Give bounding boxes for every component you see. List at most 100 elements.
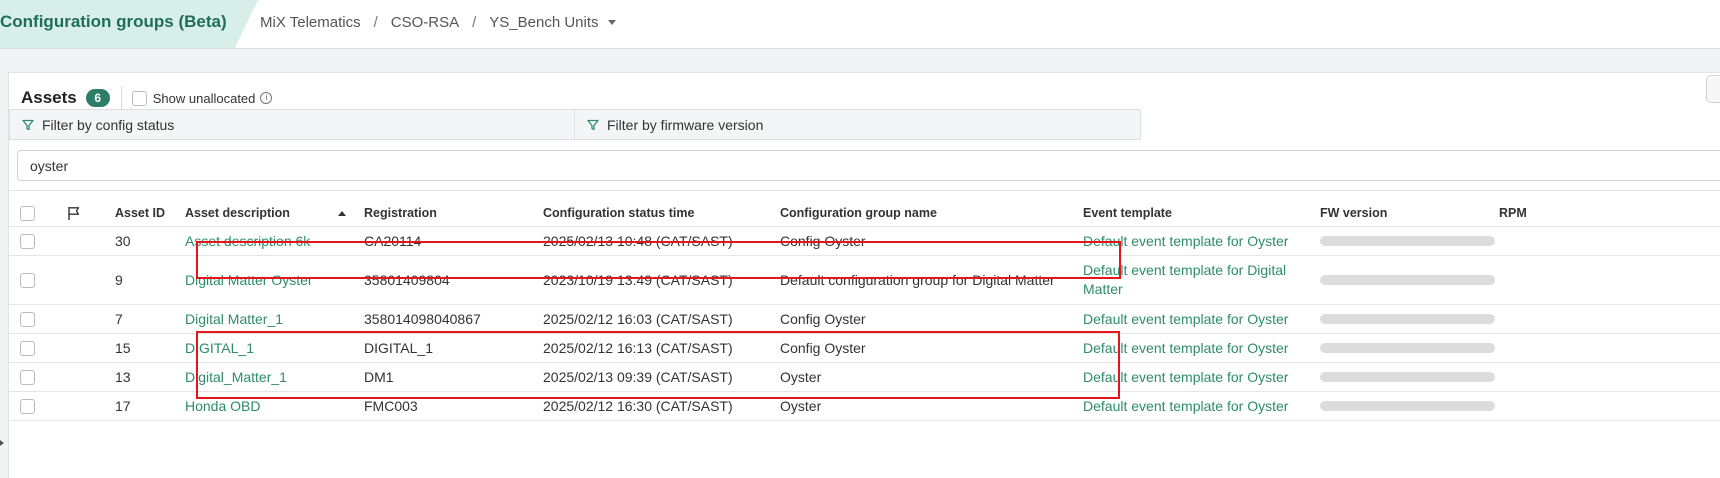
row-select-cell <box>20 363 35 391</box>
assets-count-badge: 6 <box>85 89 110 107</box>
config-group-name: Config Oyster <box>780 340 866 356</box>
row-checkbox[interactable] <box>20 340 35 356</box>
registration: FMC003 <box>364 398 418 414</box>
event-template-link[interactable]: Default event template for Digital Matte… <box>1083 256 1305 304</box>
row-checkbox[interactable] <box>20 272 35 288</box>
column-header-asset-description[interactable]: Asset description <box>185 191 346 226</box>
asset-id: 13 <box>115 369 131 385</box>
event-template-link[interactable]: Default event template for Oyster <box>1083 334 1305 362</box>
row-select-cell <box>20 305 35 333</box>
event-template-link[interactable]: Default event template for Oyster <box>1083 227 1305 255</box>
config-status-time: 2025/02/12 16:13 (CAT/SAST) <box>543 340 733 356</box>
search-input[interactable]: oyster <box>17 150 1720 181</box>
filter-config-status[interactable]: Filter by config status <box>9 109 575 140</box>
row-checkbox[interactable] <box>20 233 35 249</box>
config-status-time: 2025/02/12 16:03 (CAT/SAST) <box>543 311 733 327</box>
table-row[interactable]: 13 Digital_Matter_1 DM1 2025/02/13 09:39… <box>9 363 1720 392</box>
select-all-cell <box>20 191 35 226</box>
table-row[interactable]: 30 Asset description 6k CA20114 2025/02/… <box>9 227 1720 256</box>
flag-column-header[interactable] <box>67 191 81 226</box>
filter-config-status-label: Filter by config status <box>42 116 175 133</box>
asset-description-link[interactable]: Digital Matter Oyster <box>185 256 313 304</box>
registration: DIGITAL_1 <box>364 340 433 356</box>
breadcrumb-separator: / <box>373 14 378 31</box>
column-header-registration[interactable]: Registration <box>364 191 437 226</box>
filter-firmware-version[interactable]: Filter by firmware version <box>575 109 1141 140</box>
column-header-config-status-time[interactable]: Configuration status time <box>543 191 694 226</box>
config-status-time: 2023/10/19 13:49 (CAT/SAST) <box>543 272 733 288</box>
show-unallocated-checkbox[interactable] <box>131 90 147 106</box>
fw-version-placeholder <box>1320 305 1495 333</box>
column-header-asset-id[interactable]: Asset ID <box>115 191 165 226</box>
sort-ascending-icon <box>337 210 346 216</box>
table-row[interactable]: 15 DIGITAL_1 DIGITAL_1 2025/02/12 16:13 … <box>9 334 1720 363</box>
filter-firmware-version-label: Filter by firmware version <box>607 116 764 133</box>
row-checkbox[interactable] <box>20 311 35 327</box>
divider <box>120 86 122 110</box>
assets-title: Assets <box>21 88 77 107</box>
registration: CA20114 <box>364 233 422 249</box>
asset-description-link[interactable]: Asset description 6k <box>185 227 310 255</box>
column-header-fw-version[interactable]: FW version <box>1320 191 1387 226</box>
asset-description-link[interactable]: Digital_Matter_1 <box>185 363 287 391</box>
row-checkbox[interactable] <box>20 369 35 385</box>
flag-icon <box>68 206 80 220</box>
event-template-link[interactable]: Default event template for Oyster <box>1083 305 1305 333</box>
event-template-link[interactable]: Default event template for Oyster <box>1083 363 1305 391</box>
config-status-time: 2025/02/13 10:48 (CAT/SAST) <box>543 233 733 249</box>
row-select-cell <box>20 392 35 420</box>
loading-bar <box>1320 236 1495 246</box>
column-header-asset-description-label: Asset description <box>185 206 290 220</box>
filter-bar: Filter by config status Filter by firmwa… <box>9 109 1141 141</box>
breadcrumb-item-org[interactable]: MiX Telematics <box>260 14 361 31</box>
row-expander-marker <box>0 440 4 446</box>
table-row[interactable]: 9 Digital Matter Oyster 35801409804 2023… <box>9 256 1720 305</box>
loading-bar <box>1320 314 1495 324</box>
filter-icon <box>22 119 34 130</box>
column-header-config-group-name[interactable]: Configuration group name <box>780 191 937 226</box>
row-select-cell <box>20 256 35 304</box>
table-row[interactable]: 7 Digital Matter_1 358014098040867 2025/… <box>9 305 1720 334</box>
assets-panel: Assets 6 Show unallocated i Filter by co… <box>8 72 1720 478</box>
registration: 358014098040867 <box>364 311 481 327</box>
overflow-button[interactable] <box>1706 75 1720 103</box>
row-select-cell <box>20 227 35 255</box>
row-checkbox[interactable] <box>20 398 35 414</box>
config-group-name: Oyster <box>780 369 822 385</box>
assets-table: Asset ID Asset description Registration … <box>9 190 1720 421</box>
page-title: Configuration groups (Beta) <box>0 12 227 31</box>
fw-version-placeholder <box>1320 227 1495 255</box>
fw-version-placeholder <box>1320 256 1495 304</box>
config-group-name: Oyster <box>780 398 822 414</box>
select-all-checkbox[interactable] <box>20 205 35 221</box>
breadcrumb-item-region[interactable]: CSO-RSA <box>391 14 459 31</box>
asset-id: 17 <box>115 398 131 414</box>
asset-description-link[interactable]: DIGITAL_1 <box>185 334 254 362</box>
info-icon[interactable]: i <box>260 92 273 104</box>
loading-bar <box>1320 401 1495 411</box>
fw-version-placeholder <box>1320 392 1495 420</box>
config-group-name: Config Oyster <box>780 233 866 249</box>
breadcrumb-item-group[interactable]: YS_Bench Units <box>489 14 598 31</box>
show-unallocated-toggle[interactable]: Show unallocated i <box>131 90 273 106</box>
chevron-down-icon[interactable] <box>607 20 616 25</box>
event-template-link[interactable]: Default event template for Oyster <box>1083 392 1305 420</box>
config-group-name: Default configuration group for Digital … <box>780 272 1055 288</box>
search-input-value: oyster <box>30 157 69 174</box>
asset-description-link[interactable]: Digital Matter_1 <box>185 305 283 333</box>
registration: 35801409804 <box>364 272 450 288</box>
registration: DM1 <box>364 369 394 385</box>
asset-id: 9 <box>115 272 123 288</box>
filter-icon <box>587 119 599 130</box>
top-bar: Configuration groups (Beta) MiX Telemati… <box>0 0 1720 49</box>
asset-description-link[interactable]: Honda OBD <box>185 392 260 420</box>
breadcrumb: MiX Telematics / CSO-RSA / YS_Bench Unit… <box>260 14 616 31</box>
row-select-cell <box>20 334 35 362</box>
asset-id: 7 <box>115 311 123 327</box>
asset-id: 15 <box>115 340 131 356</box>
table-row[interactable]: 17 Honda OBD FMC003 2025/02/12 16:30 (CA… <box>9 392 1720 421</box>
loading-bar <box>1320 343 1495 353</box>
column-header-rpm[interactable]: RPM <box>1499 191 1527 226</box>
column-header-event-template[interactable]: Event template <box>1083 191 1305 226</box>
assets-header: Assets 6 Show unallocated i <box>21 85 273 111</box>
